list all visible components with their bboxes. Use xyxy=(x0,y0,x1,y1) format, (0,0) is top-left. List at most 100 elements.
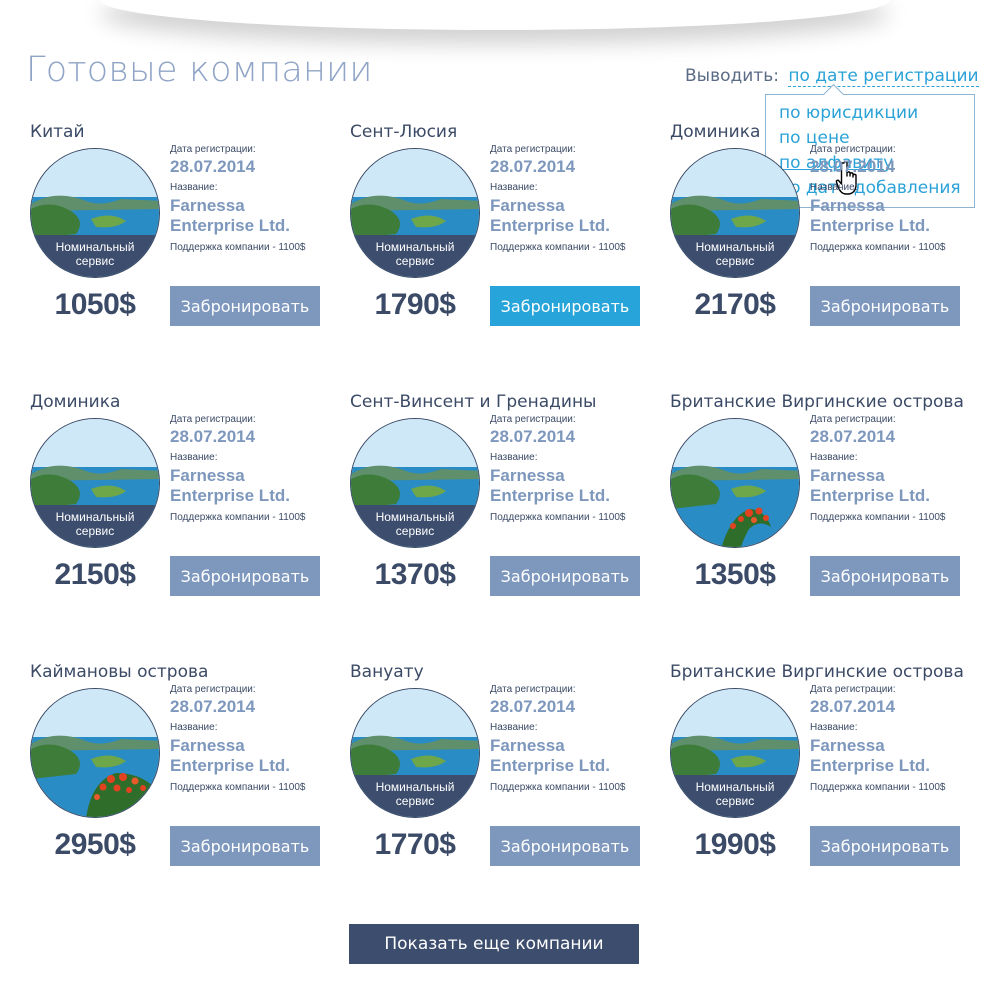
nominal-service-badge: Номинальный сервис xyxy=(351,505,479,547)
company-name: Farnessa Enterprise Ltd. xyxy=(810,466,930,505)
reg-date-label: Дата регистрации: xyxy=(490,684,576,695)
company-price: 2150$ xyxy=(54,558,136,591)
company-price: 1050$ xyxy=(54,288,136,321)
reg-date: 28.07.2014 xyxy=(490,157,576,176)
company-card: Британские Виргинские острова Номинальны… xyxy=(670,662,990,866)
company-card: Каймановы острова Дата регистрации: 28.0… xyxy=(30,662,350,866)
nominal-service-badge: Номинальный сервис xyxy=(31,235,159,277)
book-button[interactable]: Забронировать xyxy=(810,556,960,596)
country-name: Китай xyxy=(30,122,85,142)
support-price: Поддержка компании - 1100$ xyxy=(170,242,306,253)
country-name: Вануату xyxy=(350,662,424,682)
company-price: 1370$ xyxy=(374,558,456,591)
sort-bar: Выводить: по дате регистрации xyxy=(685,66,979,87)
name-label: Название: xyxy=(810,722,858,733)
reg-date-label: Дата регистрации: xyxy=(170,684,256,695)
company-name: Farnessa Enterprise Ltd. xyxy=(490,736,610,775)
reg-date: 28.07.2014 xyxy=(170,427,256,446)
company-photo xyxy=(670,418,800,548)
book-button[interactable]: Забронировать xyxy=(810,286,960,326)
nominal-service-badge: Номинальный сервис xyxy=(351,235,479,277)
country-name: Британские Виргинские острова xyxy=(670,392,964,412)
company-card: Китай Номинальный сервис Дата регистраци… xyxy=(30,122,350,326)
company-info: Дата регистрации: 28.07.2014 Название: F… xyxy=(170,684,350,793)
nominal-service-badge: Номинальный сервис xyxy=(351,775,479,817)
support-price: Поддержка компании - 1100$ xyxy=(170,782,306,793)
support-price: Поддержка компании - 1100$ xyxy=(490,782,626,793)
company-info: Дата регистрации: 28.07.2014 Название: F… xyxy=(170,144,350,253)
book-button[interactable]: Забронировать xyxy=(170,826,320,866)
company-price: 1770$ xyxy=(374,828,456,861)
company-info: Дата регистрации: 28.07.2014 Название: F… xyxy=(490,144,670,253)
name-label: Название: xyxy=(490,722,538,733)
country-name: Каймановы острова xyxy=(30,662,209,682)
company-name: Farnessa Enterprise Ltd. xyxy=(810,196,930,235)
show-more-button[interactable]: Показать еще компании xyxy=(349,924,639,964)
nominal-service-badge: Номинальный сервис xyxy=(671,775,799,817)
company-photo: Номинальный сервис xyxy=(350,688,480,818)
reg-date-label: Дата регистрации: xyxy=(810,144,896,155)
reg-date-label: Дата регистрации: xyxy=(170,144,256,155)
book-button[interactable]: Забронировать xyxy=(170,286,320,326)
company-card: Сент-Винсент и Гренадины Номинальный сер… xyxy=(350,392,670,596)
sort-label: Выводить: xyxy=(685,66,779,86)
support-price: Поддержка компании - 1100$ xyxy=(810,512,946,523)
company-name: Farnessa Enterprise Ltd. xyxy=(170,196,290,235)
support-price: Поддержка компании - 1100$ xyxy=(170,512,306,523)
reg-date: 28.07.2014 xyxy=(810,697,896,716)
support-price: Поддержка компании - 1100$ xyxy=(810,242,946,253)
company-photo: Номинальный сервис xyxy=(350,418,480,548)
name-label: Название: xyxy=(170,722,218,733)
top-shadow xyxy=(100,0,890,30)
company-info: Дата регистрации: 28.07.2014 Название: F… xyxy=(810,684,990,793)
company-name: Farnessa Enterprise Ltd. xyxy=(170,466,290,505)
book-button[interactable]: Забронировать xyxy=(490,286,640,326)
company-name: Farnessa Enterprise Ltd. xyxy=(490,466,610,505)
book-button[interactable]: Забронировать xyxy=(490,826,640,866)
company-info: Дата регистрации: 28.07.2014 Название: F… xyxy=(490,684,670,793)
support-price: Поддержка компании - 1100$ xyxy=(490,242,626,253)
name-label: Название: xyxy=(490,452,538,463)
island-landscape-image xyxy=(671,419,799,547)
country-name: Сент-Люсия xyxy=(350,122,458,142)
name-label: Название: xyxy=(490,182,538,193)
reg-date-label: Дата регистрации: xyxy=(810,684,896,695)
reg-date: 28.07.2014 xyxy=(170,697,256,716)
name-label: Название: xyxy=(810,452,858,463)
book-button[interactable]: Забронировать xyxy=(170,556,320,596)
company-card: Британские Виргинские острова Дата регис… xyxy=(670,392,990,596)
sort-current-option[interactable]: по дате регистрации xyxy=(788,66,979,87)
book-button[interactable]: Забронировать xyxy=(490,556,640,596)
company-photo: Номинальный сервис xyxy=(670,148,800,278)
reg-date: 28.07.2014 xyxy=(810,157,896,176)
company-info: Дата регистрации: 28.07.2014 Название: F… xyxy=(810,144,990,253)
company-card: Сент-Люсия Номинальный сервис Дата регис… xyxy=(350,122,670,326)
company-photo: Номинальный сервис xyxy=(30,418,160,548)
company-info: Дата регистрации: 28.07.2014 Название: F… xyxy=(810,414,990,523)
company-photo xyxy=(30,688,160,818)
company-price: 1790$ xyxy=(374,288,456,321)
reg-date-label: Дата регистрации: xyxy=(490,414,576,425)
company-name: Farnessa Enterprise Ltd. xyxy=(810,736,930,775)
company-photo: Номинальный сервис xyxy=(30,148,160,278)
company-name: Farnessa Enterprise Ltd. xyxy=(170,736,290,775)
reg-date-label: Дата регистрации: xyxy=(490,144,576,155)
reg-date: 28.07.2014 xyxy=(810,427,896,446)
country-name: Доминика xyxy=(670,122,761,142)
page-title: Готовые компании xyxy=(26,50,373,90)
company-price: 2950$ xyxy=(54,828,136,861)
company-info: Дата регистрации: 28.07.2014 Название: F… xyxy=(490,414,670,523)
country-name: Доминика xyxy=(30,392,121,412)
reg-date: 28.07.2014 xyxy=(490,697,576,716)
company-photo: Номинальный сервис xyxy=(670,688,800,818)
company-card: Доминика Номинальный сервис Дата регистр… xyxy=(670,122,990,326)
company-price: 1350$ xyxy=(694,558,776,591)
reg-date: 28.07.2014 xyxy=(170,157,256,176)
company-info: Дата регистрации: 28.07.2014 Название: F… xyxy=(170,414,350,523)
reg-date: 28.07.2014 xyxy=(490,427,576,446)
company-price: 1990$ xyxy=(694,828,776,861)
company-card: Вануату Номинальный сервис Дата регистра… xyxy=(350,662,670,866)
country-name: Британские Виргинские острова xyxy=(670,662,964,682)
company-card: Доминика Номинальный сервис Дата регистр… xyxy=(30,392,350,596)
book-button[interactable]: Забронировать xyxy=(810,826,960,866)
